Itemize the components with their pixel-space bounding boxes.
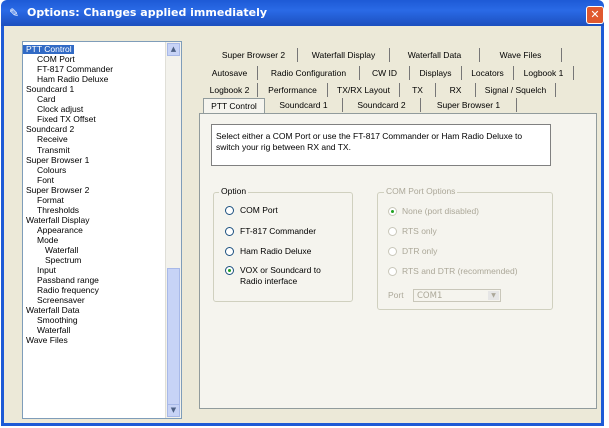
tab-soundcard-1[interactable]: Soundcard 1 <box>265 98 343 112</box>
tree-item[interactable]: Receive <box>23 135 70 144</box>
tab-locators[interactable]: Locators <box>462 66 514 80</box>
tree-item[interactable]: PTT Control <box>23 45 74 54</box>
scroll-down-button[interactable]: ▼ <box>167 404 180 417</box>
com-option-rts-dtr-label: RTS and DTR (recommended) <box>402 266 518 276</box>
tab-logbook-2[interactable]: Logbook 2 <box>202 83 258 97</box>
com-option-rts-label: RTS only <box>402 226 437 236</box>
chevron-down-icon[interactable]: ▼ <box>488 291 499 300</box>
option-hrd-radio[interactable] <box>225 247 234 256</box>
tab-super-browser-2[interactable]: Super Browser 2 <box>210 48 298 62</box>
options-app-icon: ✎ <box>9 6 20 20</box>
scroll-thumb[interactable] <box>167 268 180 408</box>
tree-item[interactable]: Colours <box>23 165 68 175</box>
tab-soundcard-2[interactable]: Soundcard 2 <box>343 98 421 112</box>
tree-item[interactable]: Spectrum <box>23 256 83 265</box>
info-text-box: Select either a COM Port or use the FT-8… <box>211 124 551 166</box>
option-vox-label: VOX or Soundcard to Radio interface <box>240 265 321 286</box>
tree-item[interactable]: Super Browser 1 <box>23 155 91 165</box>
tree-item[interactable]: COM Port <box>23 55 77 64</box>
option-com-port-label: COM Port <box>240 205 278 215</box>
window-title: Options: Changes applied immediately <box>27 6 268 19</box>
tab-rx[interactable]: RX <box>436 83 476 97</box>
scroll-up-button[interactable]: ▲ <box>167 43 180 56</box>
com-port-options-label: COM Port Options <box>384 186 458 196</box>
tree-item[interactable]: Font <box>23 175 56 185</box>
tree-item[interactable]: Transmit <box>23 145 72 155</box>
tree-item[interactable]: Mode <box>23 235 60 245</box>
port-select[interactable]: COM1 ▼ <box>413 289 501 302</box>
tree-item[interactable]: Soundcard 1 <box>23 85 76 94</box>
tree-item[interactable]: Input <box>23 266 58 275</box>
tab-autosave[interactable]: Autosave <box>202 66 258 80</box>
tab-waterfall-data[interactable]: Waterfall Data <box>390 48 480 62</box>
tree-item[interactable]: Soundcard 2 <box>23 125 76 134</box>
tree-item[interactable]: Fixed TX Offset <box>23 115 98 124</box>
tab-performance[interactable]: Performance <box>258 83 328 97</box>
tab-super-browser-1[interactable]: Super Browser 1 <box>421 98 517 112</box>
option-group-label: Option <box>219 186 249 196</box>
com-option-dtr-label: DTR only <box>402 246 438 256</box>
tree-item[interactable]: Ham Radio Deluxe <box>23 75 110 84</box>
option-hrd-label: Ham Radio Deluxe <box>240 246 312 256</box>
tab-logbook-1[interactable]: Logbook 1 <box>514 66 574 80</box>
tree-item[interactable]: Clock adjust <box>23 105 85 114</box>
option-com-port-radio[interactable] <box>225 206 234 215</box>
option-ft817-radio[interactable] <box>225 227 234 236</box>
tree-item[interactable]: Format <box>23 195 66 205</box>
title-bar[interactable]: ✎ Options: Changes applied immediately ✕ <box>1 0 604 26</box>
com-option-rts-radio[interactable] <box>388 227 397 236</box>
tree-item[interactable]: Card <box>23 95 57 104</box>
tab-waterfall-display[interactable]: Waterfall Display <box>298 48 390 62</box>
options-tree[interactable]: PTT Control COM Port FT-817 Commander Ham R… <box>22 41 182 419</box>
tree-item[interactable]: Waterfall Display <box>23 215 91 225</box>
tree-item[interactable]: Radio frequency <box>23 286 101 295</box>
tab-tx-rx-layout[interactable]: TX/RX Layout <box>328 83 400 97</box>
options-window: ✎ Options: Changes applied immediately ✕… <box>0 0 609 428</box>
com-option-none-label: None (port disabled) <box>402 206 480 216</box>
tree-item[interactable]: Waterfall <box>23 326 72 335</box>
tab-cw-id[interactable]: CW ID <box>360 66 410 80</box>
port-select-value: COM1 <box>417 291 443 301</box>
tree-item[interactable]: Thresholds <box>23 205 81 215</box>
tree-item[interactable]: Screensaver <box>23 296 87 305</box>
tree-item[interactable]: Wave Files <box>23 336 70 345</box>
option-ft817-label: FT-817 Commander <box>240 226 317 236</box>
tree-item[interactable]: Smoothing <box>23 316 80 325</box>
com-option-dtr-radio[interactable] <box>388 247 397 256</box>
tree-scrollbar[interactable]: ▲ ▼ <box>165 42 181 418</box>
tree-item[interactable]: Waterfall <box>23 246 80 255</box>
tree-item[interactable]: FT-817 Commander <box>23 65 115 74</box>
com-option-rts-dtr-radio[interactable] <box>388 267 397 276</box>
tree-item[interactable]: Appearance <box>23 225 85 235</box>
tab-signal-squelch[interactable]: Signal / Squelch <box>476 83 556 97</box>
port-label: Port <box>388 290 404 300</box>
tab-tx[interactable]: TX <box>400 83 436 97</box>
tab-displays[interactable]: Displays <box>410 66 462 80</box>
com-option-none-radio[interactable] <box>388 207 397 216</box>
tree-item[interactable]: Passband range <box>23 276 101 285</box>
tab-radio-configuration[interactable]: Radio Configuration <box>258 66 360 80</box>
close-button[interactable]: ✕ <box>586 6 604 24</box>
tree-item[interactable]: Waterfall Data <box>23 306 82 315</box>
tab-wave-files[interactable]: Wave Files <box>480 48 562 62</box>
tree-item[interactable]: Super Browser 2 <box>23 185 91 195</box>
option-vox-radio[interactable] <box>225 266 234 275</box>
tab-ptt-control[interactable]: PTT Control <box>203 98 265 113</box>
